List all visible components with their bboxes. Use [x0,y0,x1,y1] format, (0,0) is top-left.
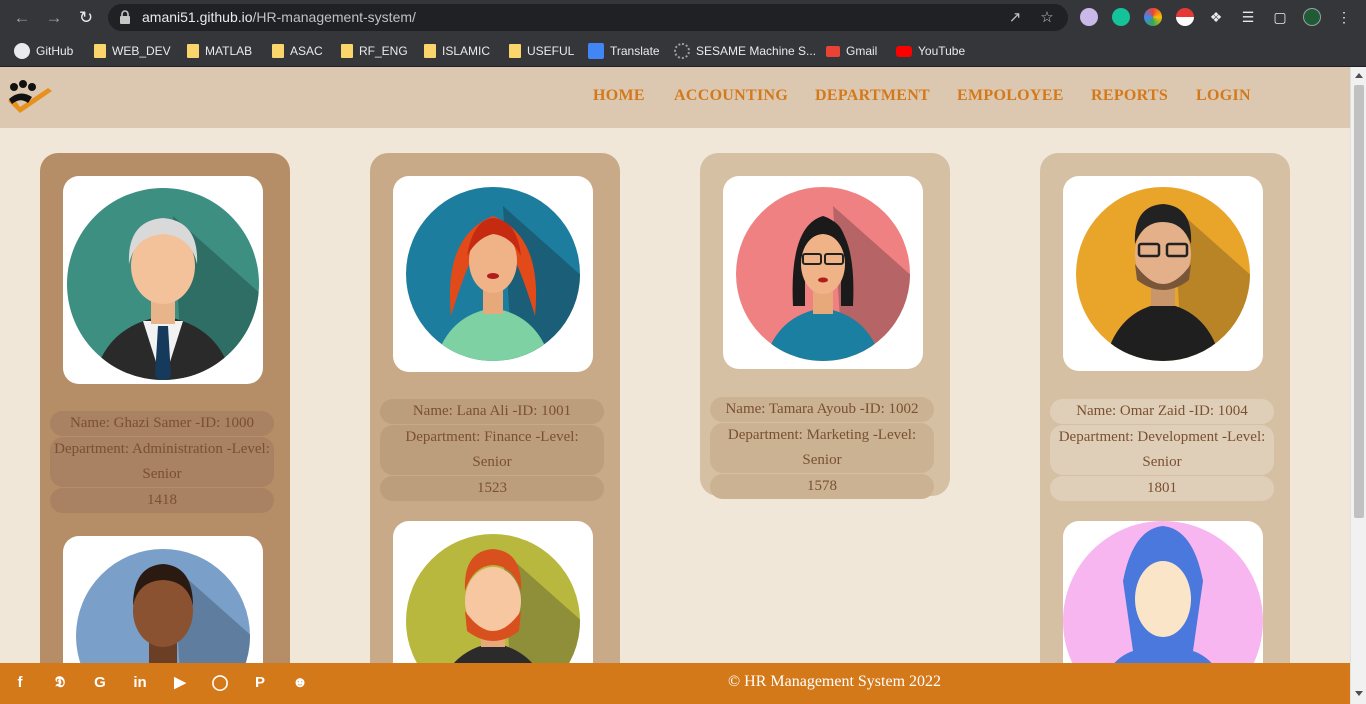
folder-icon [272,44,284,58]
nav-accounting[interactable]: ACCOUNTING [674,87,788,105]
employee-info: Name: Tamara Ayoub -ID: 1002 Department:… [710,397,934,500]
scroll-down-icon[interactable] [1355,691,1363,696]
employee-salary: 1801 [1050,476,1274,501]
employee-card: Name: Ghazi Samer -ID: 1000 Department: … [40,153,290,704]
employee-name-id: Name: Lana Ali -ID: 1001 [380,399,604,424]
grammarly-icon[interactable] [1112,8,1130,26]
employee-department-level: Department: Marketing -Level: Senior [710,423,934,473]
lock-icon [120,10,130,24]
employee-name-id: Name: Tamara Ayoub -ID: 1002 [710,397,934,422]
employee-salary: 1523 [380,476,604,501]
bookmark-asac[interactable]: ASAC [272,41,323,61]
twitter-icon[interactable]: 𝕯 [50,673,70,693]
copyright-text: © HR Management System 2022 [728,673,942,690]
scroll-up-icon[interactable] [1355,73,1363,78]
scroll-thumb[interactable] [1354,85,1364,518]
nav-login[interactable]: LOGIN [1196,87,1251,105]
color-extension-icon[interactable] [1144,8,1162,26]
bookmark-github[interactable]: GitHub [14,41,73,61]
employee-info: Name: Lana Ali -ID: 1001 Department: Fin… [380,399,604,502]
site-header: HOME ACCOUNTING DEPARTMENT EMPOLOYEE REP… [0,67,1350,128]
site-footer: f 𝕯 G in ▶ ◯ P ☻ © HR Management System … [0,663,1350,704]
avatar-omar [1076,187,1250,361]
instagram-icon[interactable]: ◯ [210,673,230,693]
nav-employee[interactable]: EMPOLOYEE [957,87,1064,105]
linkedin-icon[interactable]: in [130,673,150,693]
avatar-tamara [736,187,910,361]
employee-photo [393,176,593,372]
employee-photo [1063,176,1263,371]
bookmark-sesame[interactable]: SESAME Machine S... [674,41,816,61]
pinterest-icon[interactable]: P [250,673,270,693]
folder-icon [94,44,106,58]
employee-department-level: Department: Administration -Level: Senio… [50,437,274,487]
reload-icon[interactable]: ↻ [76,8,96,28]
forward-icon[interactable]: → [44,8,64,28]
employee-name-id: Name: Ghazi Samer -ID: 1000 [50,411,274,436]
employee-photo [723,176,923,369]
nav-department[interactable]: DEPARTMENT [815,87,930,105]
nav-home[interactable]: HOME [593,87,645,105]
sidepanel-icon[interactable]: ▢ [1272,9,1288,25]
kebab-menu-icon[interactable]: ⋮ [1336,9,1352,25]
facebook-icon[interactable]: f [10,673,30,693]
avatar-ghazi [67,188,259,380]
avatar-lana [406,187,580,361]
loading-icon [674,43,690,59]
back-icon[interactable]: ← [12,8,32,28]
extension-icon[interactable] [1080,8,1098,26]
folder-icon [341,44,353,58]
bookmark-gmail[interactable]: Gmail [826,41,877,61]
nav-reports[interactable]: REPORTS [1091,87,1168,105]
snapchat-icon[interactable]: ☻ [290,673,310,693]
media-icon[interactable]: ☰ [1240,9,1256,25]
employee-department-level: Department: Development -Level: Senior [1050,425,1274,475]
employee-card: Name: Tamara Ayoub -ID: 1002 Department:… [700,153,950,499]
github-icon [14,43,30,59]
star-icon[interactable]: ☆ [1038,9,1056,27]
employee-card: Name: Lana Ali -ID: 1001 Department: Fin… [370,153,620,704]
puzzle-icon[interactable]: ❖ [1208,9,1224,25]
bookmark-youtube[interactable]: YouTube [896,41,965,61]
logo-icon[interactable] [6,79,54,117]
bookmark-useful[interactable]: USEFUL [509,41,574,61]
youtube-icon[interactable]: ▶ [170,673,190,693]
bookmark-web-dev[interactable]: WEB_DEV [94,41,171,61]
translate-icon [588,43,604,59]
bookmark-translate[interactable]: Translate [588,41,660,61]
avatar[interactable] [1303,8,1321,26]
page-viewport: HOME ACCOUNTING DEPARTMENT EMPOLOYEE REP… [0,67,1350,704]
gmail-icon [826,45,840,57]
employee-photo [63,176,263,384]
url-text: amani51.github.io/HR-management-system/ [142,9,416,25]
google-icon[interactable]: G [90,673,110,693]
pokeball-icon[interactable] [1176,8,1194,26]
folder-icon [424,44,436,58]
share-icon[interactable]: ↗ [1006,9,1024,27]
employee-salary: 1418 [50,488,274,513]
employee-department-level: Department: Finance -Level: Senior [380,425,604,475]
bookmarks-bar: GitHub WEB_DEV MATLAB ASAC RF_ENG ISLAMI… [0,35,1366,67]
employee-card: Name: Omar Zaid -ID: 1004 Department: De… [1040,153,1290,704]
employee-info: Name: Ghazi Samer -ID: 1000 Department: … [50,411,274,514]
youtube-icon [896,45,912,57]
bookmark-rf-eng[interactable]: RF_ENG [341,41,408,61]
folder-icon [509,44,521,58]
folder-icon [187,44,199,58]
bookmark-islamic[interactable]: ISLAMIC [424,41,490,61]
page-scrollbar[interactable] [1350,67,1366,704]
address-bar[interactable]: amani51.github.io/HR-management-system/ … [108,4,1068,31]
bookmark-matlab[interactable]: MATLAB [187,41,252,61]
employee-name-id: Name: Omar Zaid -ID: 1004 [1050,399,1274,424]
employee-salary: 1578 [710,474,934,499]
browser-toolbar: ← → ↻ amani51.github.io/HR-management-sy… [0,0,1366,35]
employee-info: Name: Omar Zaid -ID: 1004 Department: De… [1050,399,1274,502]
